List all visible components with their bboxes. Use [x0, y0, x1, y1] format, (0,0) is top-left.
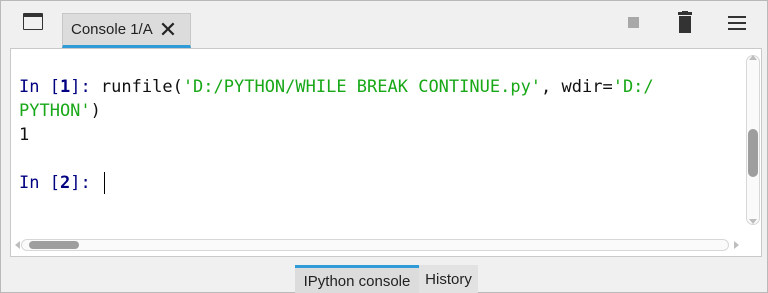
stop-icon[interactable] — [628, 17, 639, 28]
prompt-number: 2 — [59, 173, 71, 193]
close-icon[interactable]: ✕ — [159, 18, 177, 40]
undock-window-icon[interactable] — [23, 13, 43, 30]
tab-history[interactable]: History — [419, 265, 478, 293]
tab-console-1a[interactable]: Console 1/A ✕ — [62, 13, 191, 48]
bottom-tab-bar: IPython console History — [295, 265, 478, 293]
hamburger-menu-icon[interactable] — [727, 15, 747, 31]
ipython-console-output[interactable]: In [1]: runfile('D:/PYTHON/WHILE BREAK C… — [10, 48, 762, 257]
input-prompt-end: ]: — [70, 77, 101, 97]
prompt-number: 1 — [59, 77, 71, 97]
scroll-right-arrow-icon[interactable] — [734, 241, 739, 249]
code-text: ) — [90, 101, 101, 121]
input-prompt: In [ — [19, 173, 60, 193]
string-literal: PYTHON' — [19, 101, 91, 121]
scroll-down-arrow-icon[interactable] — [749, 219, 757, 224]
console-pane: Console 1/A ✕ In [1]: runfile('D:/PYTHON… — [0, 0, 768, 293]
string-literal: 'D:/ — [612, 77, 654, 97]
horizontal-scrollbar[interactable] — [21, 239, 729, 251]
code-text: runfile( — [100, 77, 183, 97]
trash-icon[interactable] — [675, 11, 695, 33]
string-literal: 'D:/PYTHON/WHILE BREAK CONTINUE.py' — [182, 77, 542, 97]
console-text[interactable]: In [1]: runfile('D:/PYTHON/WHILE BREAK C… — [19, 75, 719, 195]
output-text: 1 — [19, 125, 30, 145]
code-text: , wdir= — [541, 77, 613, 97]
input-prompt: In [ — [19, 77, 60, 97]
scroll-left-arrow-icon[interactable] — [15, 241, 20, 249]
horizontal-scroll-thumb[interactable] — [29, 241, 79, 249]
vertical-scroll-thumb[interactable] — [748, 129, 758, 177]
text-cursor — [103, 172, 105, 194]
tab-ipython-console[interactable]: IPython console — [295, 265, 419, 293]
console-tab-bar: Console 1/A ✕ — [1, 1, 767, 49]
tab-label: Console 1/A — [71, 21, 153, 38]
input-prompt-end: ]: — [70, 173, 101, 193]
scroll-up-arrow-icon[interactable] — [749, 55, 757, 60]
